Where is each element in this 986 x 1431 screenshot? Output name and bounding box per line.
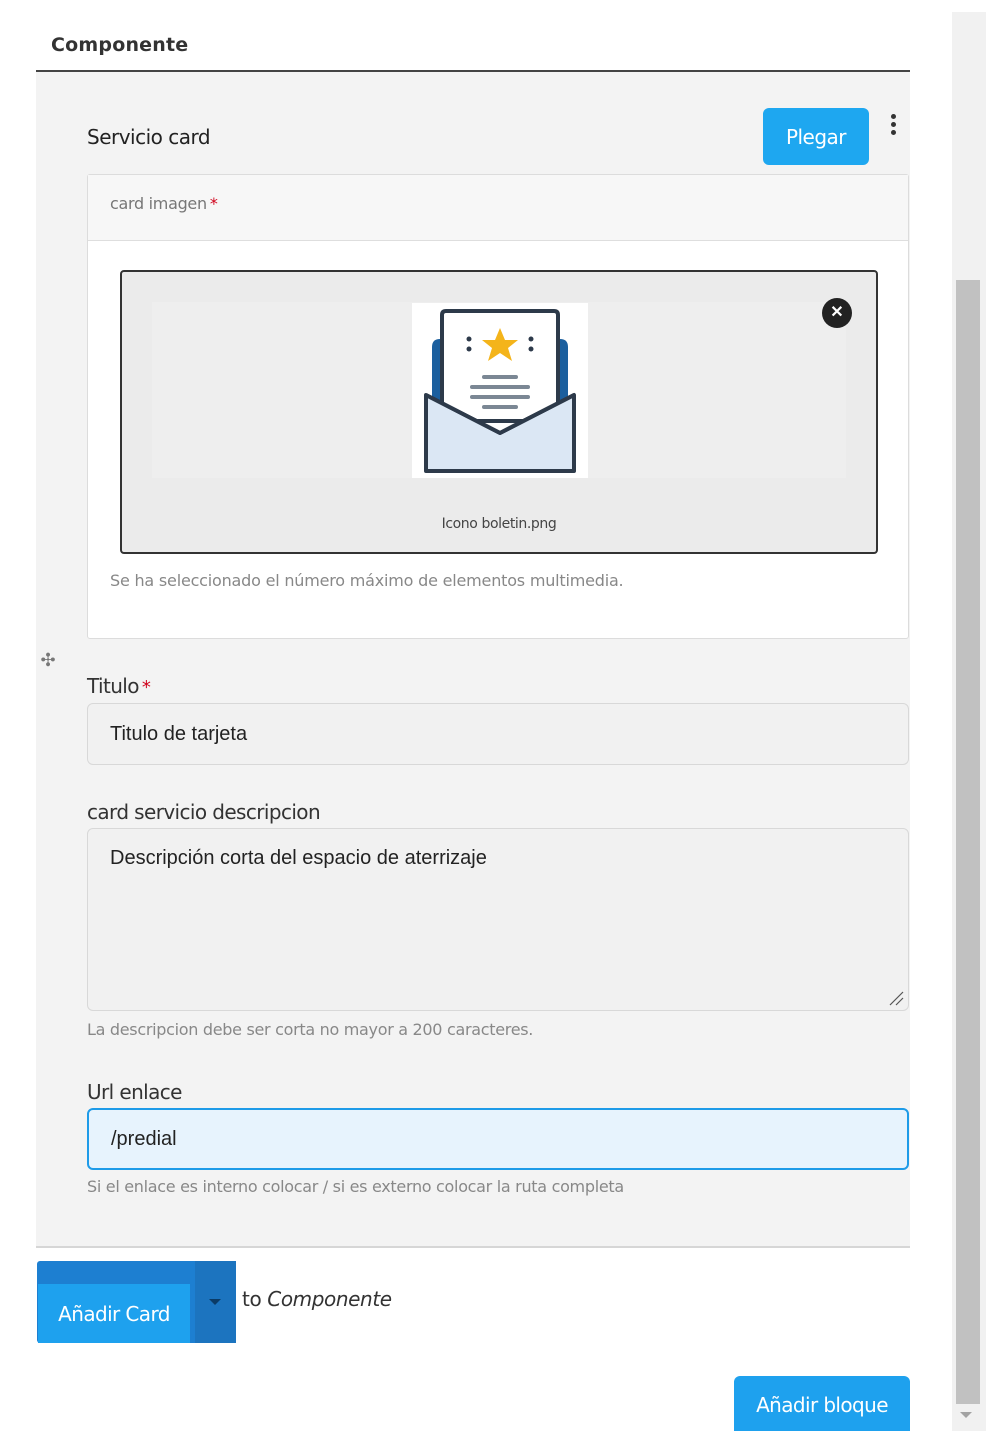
url-label: Url enlace	[87, 1080, 182, 1104]
scroll-down-arrow-icon[interactable]	[960, 1412, 972, 1418]
caret-down-icon	[209, 1299, 221, 1305]
section-title: Componente	[51, 34, 189, 56]
descripcion-label: card servicio descripcion	[87, 800, 321, 824]
newsletter-envelope-star-icon	[412, 303, 588, 478]
titulo-input[interactable]	[87, 703, 909, 765]
required-marker: *	[209, 194, 218, 213]
add-target-text: to Componente	[242, 1287, 392, 1311]
scrollbar-thumb[interactable]	[956, 280, 980, 1404]
descripcion-help: La descripcion debe ser corta no mayor a…	[87, 1020, 534, 1039]
url-input[interactable]	[87, 1108, 909, 1170]
add-block-button[interactable]: Añadir bloque	[734, 1376, 910, 1431]
media-field-header: card imagen *	[88, 175, 908, 241]
item-title: Servicio card	[87, 125, 211, 149]
add-target-name: Componente	[267, 1287, 392, 1311]
media-field-label: card imagen *	[110, 194, 218, 213]
add-card-dropdown-toggle[interactable]	[195, 1261, 236, 1343]
media-filename: Icono boletin.png	[441, 516, 557, 532]
media-preview[interactable]: ✕ Icono boletin.png	[120, 270, 878, 554]
titulo-label: Titulo *	[87, 674, 151, 698]
remove-media-button[interactable]: ✕	[822, 298, 852, 328]
resize-grip-icon[interactable]	[886, 988, 904, 1006]
more-options-icon[interactable]	[884, 112, 902, 140]
add-card-split-button: Añadir Card	[37, 1261, 236, 1343]
collapse-button[interactable]: Plegar	[763, 108, 869, 165]
media-field: card imagen * ✕ Icono boletin.png Se ha …	[87, 174, 909, 639]
media-limit-note: Se ha seleccionado el número máximo de e…	[110, 571, 624, 590]
descripcion-textarea[interactable]: Descripción corta del espacio de aterriz…	[87, 828, 909, 1011]
panel-divider	[36, 1246, 910, 1248]
add-card-button[interactable]: Añadir Card	[38, 1284, 190, 1343]
required-marker: *	[141, 677, 151, 698]
drag-handle-icon[interactable]: ✣	[38, 650, 58, 670]
url-help: Si el enlace es interno colocar / si es …	[87, 1177, 624, 1196]
